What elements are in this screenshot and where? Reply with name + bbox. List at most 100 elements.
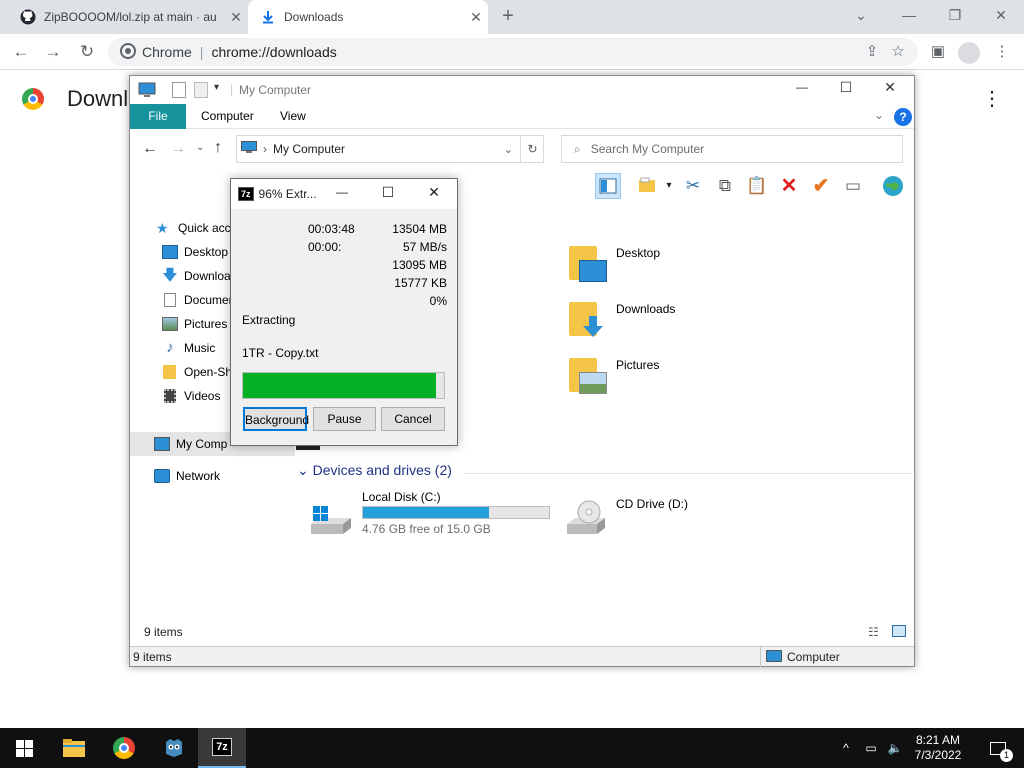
local-disk-icon[interactable] xyxy=(309,502,353,538)
tab-search-chevron-icon[interactable]: ⌄ xyxy=(838,0,884,32)
recent-locations-icon[interactable]: ⌄ xyxy=(196,142,204,153)
tab-downloads[interactable]: Downloads ✕ xyxy=(248,0,488,34)
taskbar: 7z ^ ▭ 🔈 8:21 AM 7/3/2022 1 xyxy=(0,728,1024,768)
download-icon: 🡇 xyxy=(162,267,178,284)
videos-icon xyxy=(164,389,176,403)
cut-icon[interactable]: ✂ xyxy=(680,173,706,199)
menu-kebab-icon[interactable]: ⋮ xyxy=(990,40,1014,64)
downloads-folder-icon[interactable] xyxy=(569,298,607,338)
close-window-button[interactable]: ✕ xyxy=(978,0,1024,32)
close-button[interactable]: ✕ xyxy=(870,79,910,96)
forward-arrow-icon[interactable]: → xyxy=(170,140,186,158)
copy-icon[interactable]: ⧉ xyxy=(712,173,738,199)
pause-button[interactable]: Pause xyxy=(313,407,376,431)
delete-icon[interactable]: ✕ xyxy=(776,173,802,199)
compressed-size: 15777 KB xyxy=(394,276,447,290)
remaining-time: 00:00: xyxy=(308,240,342,254)
folder-icon xyxy=(163,365,176,379)
maximize-button[interactable]: ☐ xyxy=(373,184,403,201)
chrome-taskbar-icon[interactable] xyxy=(100,728,148,768)
tab-file[interactable]: File xyxy=(130,104,186,129)
quick-access-properties-icon[interactable] xyxy=(172,82,186,98)
tab-computer[interactable]: Computer xyxy=(187,104,268,129)
restore-button[interactable]: ❐ xyxy=(932,0,978,32)
omnibox-separator: | xyxy=(199,44,204,60)
nav-label: Pictures xyxy=(184,317,228,331)
new-tab-button[interactable]: + xyxy=(496,5,520,29)
omnibox[interactable]: Chrome | chrome://downloads xyxy=(108,38,918,66)
search-input[interactable]: ⌕ Search My Computer xyxy=(561,135,903,163)
address-bar[interactable]: › My Computer ⌄ xyxy=(236,135,544,163)
rename-icon[interactable]: ▭ xyxy=(840,173,866,199)
ribbon-collapse-icon[interactable]: ⌄ xyxy=(874,108,884,122)
check-icon[interactable]: ✔ xyxy=(808,173,834,199)
help-icon[interactable]: ? xyxy=(894,108,912,126)
details-view-icon[interactable]: ☷ xyxy=(868,625,879,639)
pictures-folder-icon[interactable] xyxy=(569,354,607,394)
drive-name-d[interactable]: CD Drive (D:) xyxy=(616,497,688,511)
back-arrow-icon[interactable]: ← xyxy=(142,140,158,158)
folder-name-desktop[interactable]: Desktop xyxy=(616,246,660,260)
side-panel-icon[interactable]: ▣ xyxy=(926,40,950,64)
refresh-button[interactable]: ↻ xyxy=(520,135,544,163)
status-divider xyxy=(760,647,761,667)
quick-access-newfolder-icon[interactable] xyxy=(194,82,208,98)
globe-icon[interactable] xyxy=(880,173,906,199)
close-tab-icon[interactable]: ✕ xyxy=(464,9,488,26)
large-icons-view-icon[interactable] xyxy=(892,625,906,637)
file-explorer-taskbar-icon[interactable] xyxy=(50,728,98,768)
window-title: My Computer xyxy=(239,83,312,97)
new-folder-dropdown-icon[interactable]: ▾ xyxy=(656,173,682,199)
minimize-button[interactable]: — xyxy=(327,185,357,199)
downloads-menu-icon[interactable]: ⋮ xyxy=(982,86,1002,111)
bookmark-star-icon[interactable]: ☆ xyxy=(886,40,910,64)
clock[interactable]: 8:21 AM 7/3/2022 xyxy=(908,728,968,768)
drive-name-c[interactable]: Local Disk (C:) xyxy=(362,490,441,504)
background-button[interactable]: Background xyxy=(243,407,309,431)
paste-icon[interactable]: 📋 xyxy=(744,173,770,199)
address-dropdown-icon[interactable]: ⌄ xyxy=(504,143,513,156)
notification-center-icon[interactable]: 1 xyxy=(978,728,1018,768)
maximize-button[interactable]: ☐ xyxy=(826,79,866,96)
tab-view[interactable]: View xyxy=(266,104,320,129)
close-button[interactable]: ✕ xyxy=(419,184,449,201)
reload-button[interactable]: ↻ xyxy=(74,40,100,64)
quick-access-dropdown-icon[interactable]: ▾ xyxy=(214,82,219,93)
network-icon xyxy=(154,469,170,483)
profile-avatar[interactable] xyxy=(958,42,980,64)
7zip-taskbar-icon[interactable]: 7z xyxy=(198,728,246,768)
share-icon[interactable]: ⇪ xyxy=(860,40,884,64)
folder-name-downloads[interactable]: Downloads xyxy=(616,302,675,316)
search-placeholder: Search My Computer xyxy=(590,142,705,156)
up-arrow-icon[interactable]: ↑ xyxy=(214,139,222,157)
folder-name-pictures[interactable]: Pictures xyxy=(616,358,659,372)
preview-pane-icon[interactable] xyxy=(595,173,621,199)
windows-icon xyxy=(15,739,33,757)
network-tray-icon[interactable]: ▭ xyxy=(860,728,882,768)
tray-overflow-chevron-icon[interactable]: ^ xyxy=(836,728,856,768)
nav-network[interactable]: Network xyxy=(130,464,295,488)
nav-label: Music xyxy=(184,341,216,355)
cancel-button[interactable]: Cancel xyxy=(381,407,445,431)
forward-button[interactable]: → xyxy=(40,40,66,64)
start-button[interactable] xyxy=(0,728,48,768)
minimize-button[interactable]: — xyxy=(782,80,822,94)
github-icon xyxy=(20,9,36,25)
cd-drive-icon[interactable] xyxy=(563,498,609,538)
desktop-folder-icon[interactable] xyxy=(569,242,607,282)
document-icon xyxy=(164,293,176,307)
stat-row: 00:03:48 13504 MB xyxy=(241,222,447,240)
stat-row: 00:00: 57 MB/s xyxy=(241,240,447,258)
back-button[interactable]: ← xyxy=(8,40,34,64)
close-tab-icon[interactable]: ✕ xyxy=(224,9,248,26)
tab-github[interactable]: ZipBOOOOM/lol.zip at main · au ✕ xyxy=(8,0,248,34)
omnibox-url[interactable]: chrome://downloads xyxy=(211,44,336,60)
volume-tray-icon[interactable]: 🔈 xyxy=(884,728,906,768)
title-separator: | xyxy=(230,82,234,96)
godot-taskbar-icon[interactable] xyxy=(150,728,198,768)
minimize-button[interactable]: — xyxy=(886,0,932,32)
total-size: 13504 MB xyxy=(392,222,447,236)
devices-group-header[interactable]: ⌄ Devices and drives (2) xyxy=(297,462,452,479)
status-items: 9 items xyxy=(144,625,183,639)
page-title: Downl xyxy=(67,86,129,111)
